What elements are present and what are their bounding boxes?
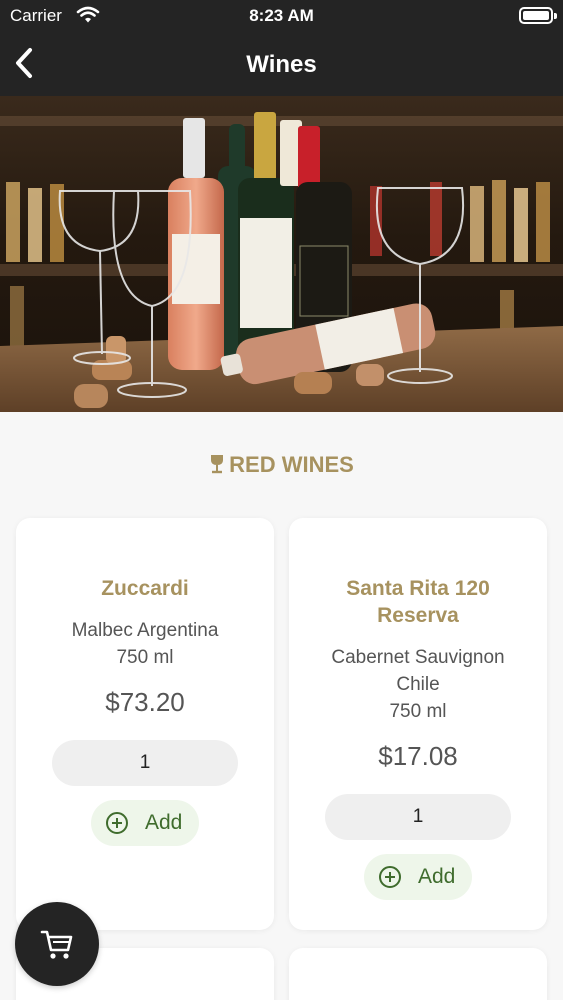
product-card[interactable]: Santa Rita 120 Reserva Cabernet Sauvigno… (289, 518, 547, 930)
quantity-input[interactable]: 1 (52, 740, 238, 786)
quantity-input[interactable]: 1 (325, 794, 511, 840)
product-name-line: Reserva (377, 604, 459, 627)
product-card[interactable] (289, 948, 547, 1000)
product-name-line: Santa Rita 120 (346, 577, 490, 600)
product-volume: 750 ml (389, 701, 447, 722)
navigation-bar: Wines (0, 32, 563, 96)
section-heading-label: RED WINES (229, 452, 354, 477)
status-time: 8:23 AM (249, 6, 314, 25)
battery-icon (519, 7, 557, 24)
add-button-label: Add (145, 811, 183, 834)
product-volume: 750 ml (116, 647, 174, 668)
product-price: $73.20 (105, 687, 185, 717)
add-circle-icon (379, 866, 401, 888)
product-name: Zuccardi (101, 577, 189, 600)
product-price: $17.08 (378, 741, 458, 771)
product-card[interactable]: Zuccardi Malbec Argentina 750 ml $73.20 … (16, 518, 274, 930)
page-title: Wines (246, 51, 317, 78)
product-description-line: Chile (396, 674, 440, 695)
product-description: Cabernet Sauvignon Chile 750 ml (289, 644, 547, 725)
product-name: Santa Rita 120 Reserva (289, 575, 547, 629)
hero-image (0, 96, 563, 412)
cart-icon (40, 930, 73, 959)
add-button[interactable]: Add (364, 854, 472, 900)
status-bar: Carrier 8:23 AM (0, 0, 563, 32)
product-description: Malbec Argentina (71, 620, 219, 641)
wine-glass-icon (211, 455, 224, 474)
product-description-line: Cabernet Sauvignon (331, 647, 505, 668)
add-button-label: Add (418, 865, 456, 888)
section-heading: RED WINES (0, 452, 563, 478)
cart-button[interactable] (15, 902, 99, 986)
add-button[interactable]: Add (91, 800, 199, 846)
add-circle-icon (106, 812, 128, 834)
